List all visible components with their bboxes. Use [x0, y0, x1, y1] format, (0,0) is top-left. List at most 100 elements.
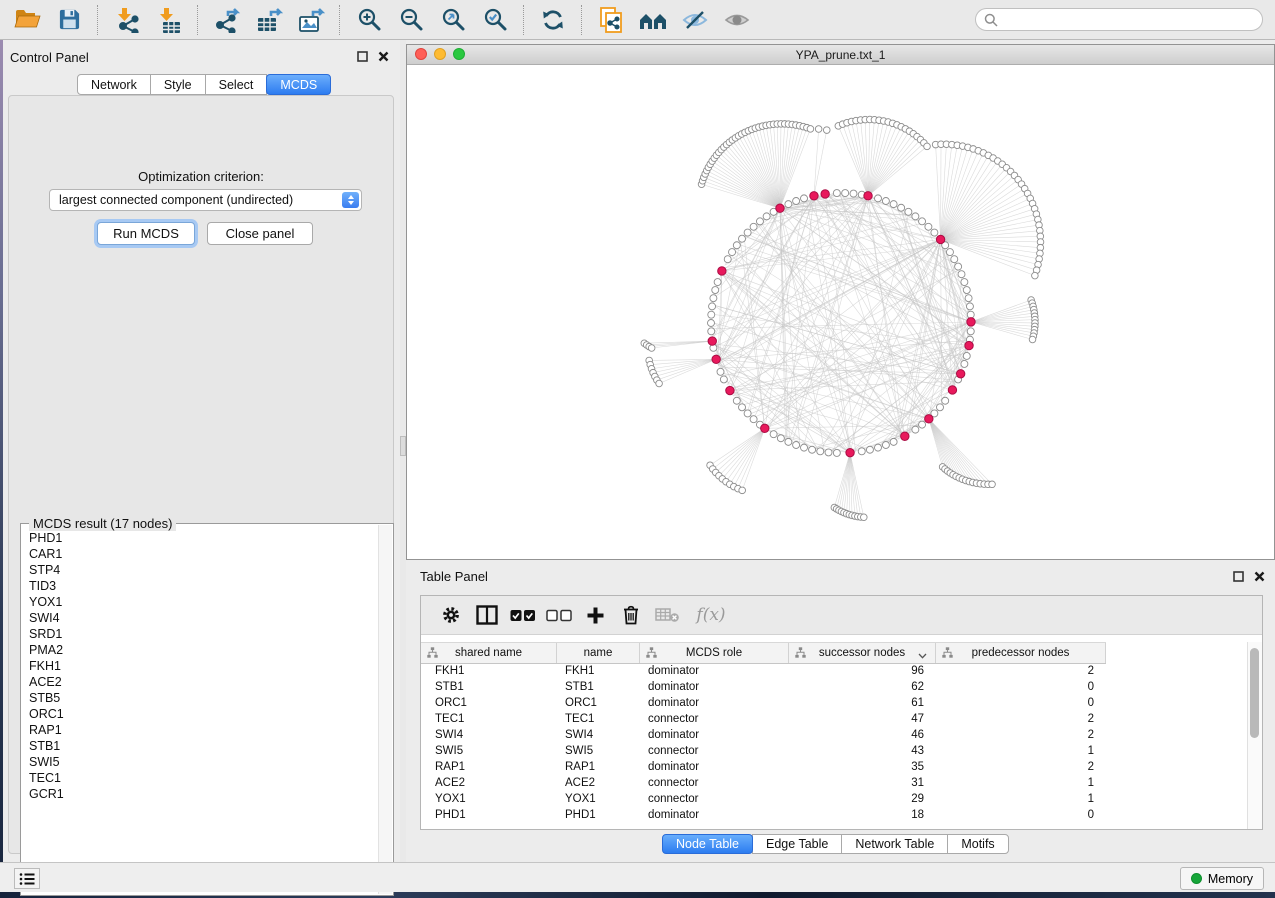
mcds-result-item[interactable]: GCR1	[29, 786, 379, 802]
search-input[interactable]	[1003, 10, 1262, 30]
network-canvas[interactable]	[407, 65, 1274, 560]
network-node[interactable]	[729, 249, 736, 256]
column-header-mcds-role[interactable]: MCDS role	[640, 643, 789, 663]
mcds-result-item[interactable]: SRD1	[29, 626, 379, 642]
table-row[interactable]: FKH1FKH1dominator962	[421, 663, 1248, 679]
network-node[interactable]	[912, 213, 919, 220]
tab-network-table[interactable]: Network Table	[841, 834, 948, 854]
network-node[interactable]	[965, 295, 972, 302]
function-builder-button[interactable]: f(x)	[685, 600, 737, 630]
refresh-button[interactable]	[534, 3, 572, 37]
zoom-fit-button[interactable]	[434, 3, 472, 37]
run-mcds-button[interactable]: Run MCDS	[97, 222, 195, 245]
table-scrollbar-thumb[interactable]	[1250, 648, 1259, 738]
tab-edge-table[interactable]: Edge Table	[752, 834, 842, 854]
network-node[interactable]	[890, 201, 897, 208]
network-node[interactable]	[733, 397, 740, 404]
network-node[interactable]	[750, 416, 757, 423]
show-columns-button[interactable]	[469, 600, 505, 630]
network-node[interactable]	[951, 256, 958, 263]
export-image-button[interactable]	[292, 3, 330, 37]
network-node[interactable]	[739, 404, 746, 411]
window-close-icon[interactable]	[415, 48, 427, 60]
window-zoom-icon[interactable]	[453, 48, 465, 60]
network-node[interactable]	[714, 279, 721, 286]
zoom-out-button[interactable]	[392, 3, 430, 37]
network-node[interactable]	[924, 143, 931, 150]
network-node[interactable]	[815, 126, 822, 133]
table-row[interactable]: RAP1RAP1dominator352	[421, 759, 1248, 775]
column-header-shared-name[interactable]: shared name	[421, 643, 557, 663]
column-header-predecessor-nodes[interactable]: predecessor nodes	[936, 643, 1106, 663]
mcds-result-item[interactable]: YOX1	[29, 594, 379, 610]
mcds-result-item[interactable]: TID3	[29, 578, 379, 594]
network-node[interactable]	[825, 449, 832, 456]
mcds-hub-node[interactable]	[936, 235, 944, 243]
mcds-hub-node[interactable]	[708, 337, 716, 345]
table-row[interactable]: ORC1ORC1dominator610	[421, 695, 1248, 711]
network-node[interactable]	[801, 444, 808, 451]
network-node[interactable]	[936, 404, 943, 411]
mcds-hub-node[interactable]	[846, 448, 854, 456]
mcds-hub-node[interactable]	[776, 204, 784, 212]
table-panel-float-button[interactable]	[1231, 569, 1245, 583]
network-node[interactable]	[905, 208, 912, 215]
network-node[interactable]	[739, 487, 746, 494]
network-node[interactable]	[874, 195, 881, 202]
mcds-hub-node[interactable]	[718, 267, 726, 275]
network-node[interactable]	[823, 127, 830, 134]
network-node[interactable]	[770, 431, 777, 438]
new-network-from-selection-button[interactable]	[592, 3, 630, 37]
network-node[interactable]	[931, 229, 938, 236]
table-row[interactable]: YOX1YOX1connector291	[421, 791, 1248, 807]
network-node[interactable]	[1029, 336, 1036, 343]
mcds-result-item[interactable]: RAP1	[29, 722, 379, 738]
network-node[interactable]	[898, 204, 905, 211]
network-node[interactable]	[733, 242, 740, 249]
mcds-result-item[interactable]: STB5	[29, 690, 379, 706]
show-all-button[interactable]	[718, 3, 756, 37]
optimization-criterion-select[interactable]: largest connected component (undirected)	[49, 189, 362, 211]
mcds-hub-node[interactable]	[810, 192, 818, 200]
network-node[interactable]	[708, 328, 715, 335]
network-node[interactable]	[648, 345, 655, 352]
mcds-result-item[interactable]: TEC1	[29, 770, 379, 786]
network-node[interactable]	[793, 442, 800, 449]
save-button[interactable]	[50, 3, 88, 37]
network-node[interactable]	[777, 435, 784, 442]
network-node[interactable]	[955, 263, 962, 270]
window-minimize-icon[interactable]	[434, 48, 446, 60]
network-node[interactable]	[712, 287, 719, 294]
network-node[interactable]	[967, 328, 974, 335]
network-node[interactable]	[833, 449, 840, 456]
status-list-button[interactable]	[14, 868, 40, 889]
network-node[interactable]	[807, 126, 814, 133]
network-node[interactable]	[919, 218, 926, 225]
network-node[interactable]	[785, 438, 792, 445]
mcds-result-scrollbar[interactable]	[378, 525, 392, 894]
network-node[interactable]	[858, 448, 865, 455]
network-node[interactable]	[833, 190, 840, 197]
network-node[interactable]	[1032, 272, 1039, 279]
network-node[interactable]	[720, 376, 727, 383]
network-node[interactable]	[882, 197, 889, 204]
table-settings-button[interactable]	[433, 600, 469, 630]
mcds-result-item[interactable]: CAR1	[29, 546, 379, 562]
mcds-result-item[interactable]: SWI4	[29, 610, 379, 626]
table-row[interactable]: SWI4SWI4dominator462	[421, 727, 1248, 743]
mcds-hub-node[interactable]	[901, 432, 909, 440]
table-panel-close-button[interactable]	[1252, 569, 1266, 583]
network-node[interactable]	[785, 201, 792, 208]
network-node[interactable]	[809, 446, 816, 453]
network-node[interactable]	[842, 190, 849, 197]
add-column-button[interactable]	[577, 600, 613, 630]
table-row[interactable]: ACE2ACE2connector311	[421, 775, 1248, 791]
network-node[interactable]	[708, 320, 715, 327]
import-network-button[interactable]	[108, 3, 146, 37]
first-neighbors-button[interactable]	[634, 3, 672, 37]
network-node[interactable]	[850, 190, 857, 197]
network-node[interactable]	[793, 197, 800, 204]
zoom-in-button[interactable]	[350, 3, 388, 37]
network-node[interactable]	[744, 410, 751, 417]
mcds-hub-node[interactable]	[712, 355, 720, 363]
